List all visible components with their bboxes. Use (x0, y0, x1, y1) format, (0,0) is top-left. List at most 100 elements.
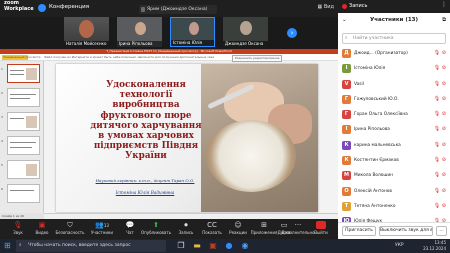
video-thumbnail[interactable]: Джоиндзе Оксана (223, 17, 268, 47)
participant-row[interactable]: І Істоміна Юлія 🎙 ⊘ (338, 61, 450, 76)
participant-name: Костянтин Єрмаков (354, 158, 399, 164)
slide-thumb-line (10, 74, 24, 76)
ppt-protected-bar: Защищенный просмотр Файл получен из Инте… (0, 54, 338, 62)
participant-row[interactable]: Г Горан Ольга Олексіївна 🎙 ⊘ (338, 107, 450, 122)
search-placeholder: Найти участника (353, 36, 394, 41)
slide-thumbnails-panel: 1 2 3 4 5 6 (0, 61, 44, 213)
participant-status-icons: 🎙 ⊘ (434, 77, 446, 92)
participant-row[interactable]: Г Гожуловський Ю.О. 🎙 ⊘ (338, 92, 450, 107)
mic-muted-icon[interactable]: 🎙 (434, 81, 442, 87)
slide-thumb-line (10, 147, 32, 149)
slide-thumb[interactable] (7, 160, 40, 179)
mic-muted-icon[interactable]: 🎙 (434, 111, 442, 117)
camera-off-icon[interactable]: ⊘ (442, 81, 446, 87)
file-explorer-icon[interactable]: ▬ (192, 241, 202, 251)
slide-thumb-line (10, 190, 34, 192)
mic-muted-icon[interactable]: 🎙 (434, 126, 442, 132)
speaker-badge: Ярим (Джоиндзе Оксана) (139, 5, 217, 14)
system-clock[interactable]: 13:45 23.12.2024 (423, 240, 446, 252)
mic-muted-icon[interactable]: 🎙 (434, 172, 442, 178)
search-icon: ⌕ (19, 243, 22, 248)
camera-off-icon[interactable]: ⊘ (442, 96, 446, 102)
video-thumbnail-active[interactable]: Істоміна Юлія (170, 17, 215, 47)
slide-thumb[interactable] (7, 112, 40, 131)
participant-row[interactable]: V Vasil 🎙 ⊘ (338, 77, 450, 92)
camera-off-icon[interactable]: ⊘ (442, 50, 446, 56)
participant-row[interactable]: Ккарина мальневська 🎙 ⊘ (338, 138, 450, 153)
powerpoint-icon[interactable]: ▣ (208, 241, 218, 251)
participant-row[interactable]: І Ірина Ріпольова 🎙 ⊘ (338, 122, 450, 137)
shared-screen: Т_Презентація Істоміна НУХТ 11 [Защищенн… (0, 49, 338, 219)
participant-search-input[interactable]: ⌕ Найти участника (342, 33, 446, 44)
leave-button[interactable]: Выйти (308, 221, 334, 236)
next-page-arrow-icon[interactable]: › (287, 28, 297, 38)
security-label: Безопасность (55, 230, 85, 235)
windows-start-icon[interactable]: ⊞ (4, 242, 12, 250)
avatar: М (342, 171, 351, 181)
video-thumbnail[interactable]: Наталія Мойсеєнко (64, 17, 109, 47)
camera-off-icon[interactable]: ⊘ (442, 111, 446, 117)
chevron-down-icon[interactable]: ⌄ (342, 13, 347, 28)
slide-number: 5 (1, 163, 3, 167)
participant-row[interactable]: М Микола Волошин 🎙 ⊘ (338, 168, 450, 183)
mic-muted-icon[interactable]: 🎙 (434, 65, 442, 71)
participants-count: 13 (103, 223, 109, 228)
panel-title: Участники (13) (369, 17, 418, 23)
keyboard-language[interactable]: УКР (395, 243, 404, 248)
panel-footer: Пригласить Выключить звук для всех ... (338, 222, 450, 239)
camera-off-icon[interactable]: ⊘ (442, 172, 446, 178)
camera-off-icon[interactable]: ⊘ (442, 157, 446, 163)
mic-muted-icon[interactable]: 🎙 (434, 188, 442, 194)
participant-name: Гожуловський Ю.О. (354, 96, 399, 102)
invite-button[interactable]: Пригласить (342, 226, 376, 236)
mic-muted-icon[interactable]: 🎙 (434, 203, 442, 209)
video-thumbnails-strip: Наталія Мойсеєнко Ірина Ріпольова Істомі… (0, 17, 338, 49)
camera-off-icon[interactable]: ⊘ (442, 65, 446, 71)
slide-thumb[interactable] (7, 136, 40, 155)
mic-muted-icon[interactable]: 🎙 (434, 157, 442, 163)
conference-label[interactable]: Конференция (49, 4, 89, 10)
mute-all-button[interactable]: Выключить звук для всех (379, 226, 433, 236)
slide-number: 2 (1, 91, 3, 95)
participant-name: Олексій Антонов (354, 188, 392, 194)
panel-more-button[interactable]: ... (436, 226, 447, 236)
participant-row[interactable]: О Олексій Антонов 🎙 ⊘ (338, 184, 450, 199)
camera-off-icon[interactable]: ⊘ (442, 188, 446, 194)
slide-supervisor: Науковий керівник: к.т.н., доцент Таран … (95, 178, 195, 183)
task-view-icon[interactable]: ❐ (176, 241, 186, 251)
participant-row[interactable]: Т Тетяна Антоненко 🎙 ⊘ (338, 199, 450, 214)
protected-view-notice: Файл получен из Интернета и может быть н… (44, 55, 214, 59)
avatar: О (342, 186, 351, 196)
participant-name: Vasil (354, 81, 364, 87)
view-button[interactable]: Вид (318, 4, 334, 10)
participant-row[interactable]: К Костянтин Єрмаков 🎙 ⊘ (338, 153, 450, 168)
camera-off-icon[interactable]: ⊘ (442, 142, 446, 148)
slide-thumb[interactable] (7, 184, 40, 203)
slide-photo-bowl (206, 120, 296, 192)
browser-icon[interactable]: ◉ (240, 241, 250, 251)
participant-status-icons: 🎙 ⊘ (434, 184, 446, 199)
taskbar-search[interactable]: ⌕ Чтобы начать поиск, введите здесь запр… (16, 240, 166, 252)
camera-off-icon[interactable]: ⊘ (442, 126, 446, 132)
avatar: Т (342, 201, 351, 211)
thumbnail-name: Ірина Ріпольова (117, 41, 162, 47)
allow-editing-button[interactable]: Разрешить редактирование (232, 55, 283, 62)
more-dots-icon[interactable]: ⋮ (441, 1, 447, 8)
mic-muted-icon[interactable]: 🎙 (434, 142, 442, 148)
slide-thumb[interactable] (7, 88, 40, 107)
camera-off-icon[interactable]: ⊘ (442, 203, 446, 209)
search-icon: ⌕ (345, 36, 348, 41)
avatar: Д (342, 49, 351, 58)
avatar: V (342, 79, 351, 89)
shield-icon[interactable] (38, 4, 46, 12)
video-thumbnail[interactable]: Ірина Ріпольова (117, 17, 162, 47)
participant-row[interactable]: Д Джоид... (Организатор) 🎙 ⊘ (338, 46, 450, 61)
pop-out-icon[interactable]: ⧉ (442, 13, 446, 28)
slide-thumb[interactable] (7, 64, 40, 83)
mic-muted-icon[interactable]: 🎙 (434, 96, 442, 102)
zoom-app-icon[interactable]: ● (224, 241, 234, 251)
protected-view-label: Защищенный просмотр (3, 55, 41, 59)
security-button[interactable]: ⛉ Безопасность (52, 221, 88, 236)
participant-name: Джоид... (Организатор) (354, 51, 408, 56)
mic-muted-icon[interactable]: 🎙 (434, 50, 442, 56)
